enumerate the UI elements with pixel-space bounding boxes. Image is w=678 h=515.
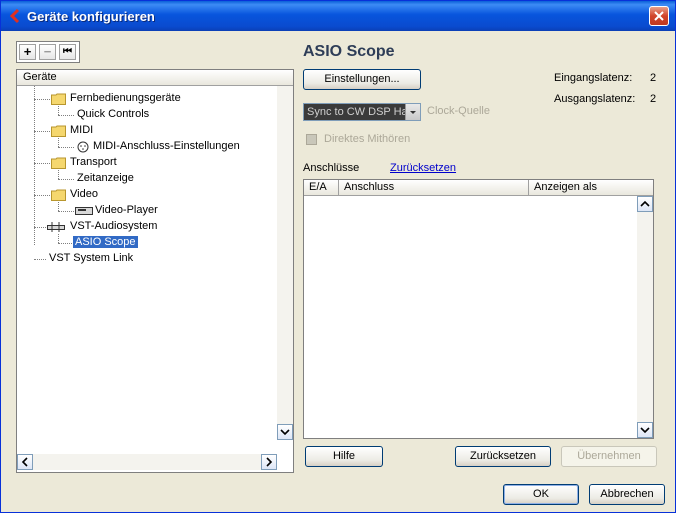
title-bar[interactable]: Geräte konfigurieren	[1, 1, 675, 31]
scroll-up-button[interactable]	[637, 196, 653, 212]
device-heading: ASIO Scope	[303, 43, 395, 60]
ports-label: Anschlüsse	[303, 162, 360, 174]
scroll-down-button[interactable]	[277, 424, 293, 440]
reset-device-button[interactable]: ⏮	[59, 44, 76, 60]
ports-table-header: E/A Anschluss Anzeigen als	[304, 180, 653, 196]
output-latency-value: 2	[650, 93, 657, 105]
tree-vertical-scrollbar[interactable]	[277, 86, 293, 440]
output-latency-label: Ausgangslatenz:	[554, 93, 636, 105]
folder-icon	[51, 93, 66, 105]
window-title: Geräte konfigurieren	[27, 9, 155, 24]
input-latency-value: 2	[650, 72, 657, 84]
close-icon	[654, 11, 664, 21]
direct-monitoring-checkbox[interactable]	[306, 134, 317, 145]
clock-source-label: Clock-Quelle	[427, 105, 490, 117]
tree-body: Fernbedienungsgeräte Quick Controls MIDI…	[17, 86, 277, 438]
video-device-icon	[75, 207, 93, 215]
ports-table: E/A Anschluss Anzeigen als	[303, 179, 654, 439]
help-button[interactable]: Hilfe	[305, 446, 383, 467]
column-header-anzeigen-als[interactable]: Anzeigen als	[529, 180, 637, 195]
folder-icon	[51, 189, 66, 201]
tree-header[interactable]: Geräte	[17, 70, 293, 86]
chevron-down-icon	[280, 429, 290, 436]
close-button[interactable]	[649, 6, 669, 26]
apply-button[interactable]: Übernehmen	[561, 446, 657, 467]
chevron-down-icon	[640, 427, 650, 434]
chevron-down-icon[interactable]	[405, 104, 420, 120]
cubase-logo-icon	[9, 8, 20, 24]
folder-icon	[51, 157, 66, 169]
chevron-right-icon	[266, 457, 273, 467]
cancel-button[interactable]: Abbrechen	[589, 484, 665, 505]
input-latency-label: Eingangslatenz:	[554, 72, 633, 84]
midi-port-icon	[77, 141, 89, 153]
scroll-down-button[interactable]	[637, 422, 653, 438]
column-header-ea[interactable]: E/A	[304, 180, 339, 195]
ok-button[interactable]: OK	[503, 484, 579, 505]
tree-item-selected-label: ASIO Scope	[73, 236, 138, 248]
chevron-up-icon	[640, 200, 650, 207]
folder-icon	[51, 125, 66, 137]
add-device-button[interactable]: +	[19, 44, 36, 60]
remove-device-button[interactable]: −	[39, 44, 56, 60]
dialog-content: + − ⏮ Geräte Fernbedienungsgeräte Quick …	[4, 31, 672, 509]
chevron-left-icon	[21, 457, 28, 467]
dialog-window: Geräte konfigurieren + − ⏮ Geräte Fernbe…	[0, 0, 676, 513]
reset-ports-link[interactable]: Zurücksetzen	[390, 162, 456, 174]
tree-horizontal-scrollbar[interactable]	[17, 454, 277, 470]
audio-device-icon	[47, 222, 65, 232]
direct-monitoring-label: Direktes Mithören	[324, 133, 411, 145]
column-header-anschluss[interactable]: Anschluss	[339, 180, 529, 195]
reset-button[interactable]: Zurücksetzen	[455, 446, 551, 467]
scroll-left-button[interactable]	[17, 454, 33, 470]
settings-button[interactable]: Einstellungen...	[303, 69, 421, 90]
clock-source-select[interactable]: Sync to CW DSP Har	[303, 103, 421, 121]
scroll-right-button[interactable]	[261, 454, 277, 470]
tree-toolbar: + − ⏮	[16, 41, 80, 63]
device-tree: Geräte Fernbedienungsgeräte Quick Contro…	[16, 69, 294, 473]
ports-vertical-scrollbar[interactable]	[637, 196, 653, 438]
